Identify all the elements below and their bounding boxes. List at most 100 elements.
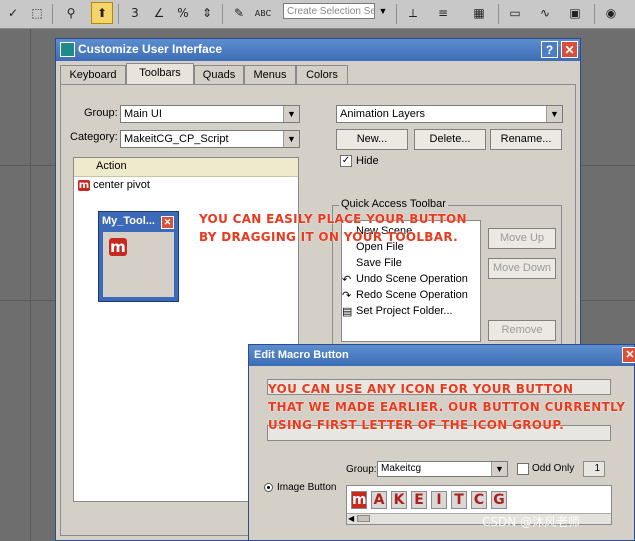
floating-toolbar[interactable]: My_Tool... ✕ m xyxy=(98,211,179,302)
angle-snap-icon[interactable]: ∠ xyxy=(148,2,170,24)
main-toolbar: ✓ ⬚ ⚲ ⬆ 3 ∠ % ⇕ ✎ ABC Create Selection S… xyxy=(0,0,635,29)
upload-icon[interactable]: ⬆ xyxy=(91,2,113,24)
hierarchy-icon[interactable]: ⬚ xyxy=(26,2,48,24)
abc-icon[interactable]: ABC xyxy=(252,2,274,24)
odd-count-field[interactable]: 1 xyxy=(583,461,605,477)
floating-toolbar-title: My_Tool... xyxy=(102,215,155,227)
m-logo-button[interactable]: m xyxy=(109,238,127,256)
close-icon[interactable]: ✕ xyxy=(161,216,174,229)
tab-colors[interactable]: Colors xyxy=(296,65,348,84)
list-item-label: Save File xyxy=(356,257,402,269)
icon-tile[interactable]: I xyxy=(431,491,447,509)
select-icon[interactable]: ✓ xyxy=(2,2,24,24)
folder-icon: ▤ xyxy=(342,306,353,318)
move-up-button[interactable]: Move Up xyxy=(488,228,556,249)
chevron-down-icon[interactable]: ▼ xyxy=(376,3,390,19)
new-toolbar-button[interactable]: New... xyxy=(336,129,408,150)
tab-quads[interactable]: Quads xyxy=(194,65,244,84)
percent-snap-icon[interactable]: % xyxy=(172,2,194,24)
dialog-title: Customize User Interface xyxy=(78,42,223,56)
redo-icon: ↷ xyxy=(342,290,352,302)
chevron-down-icon[interactable]: ▼ xyxy=(283,106,299,122)
dialog-titlebar[interactable]: Customize User Interface ? ✕ xyxy=(56,39,580,61)
action-header-label: Action xyxy=(96,160,127,172)
icon-tile[interactable]: C xyxy=(471,491,487,509)
odd-only-checkbox[interactable] xyxy=(517,463,529,475)
category-select[interactable]: MakeitCG_CP_Script ▼ xyxy=(120,130,300,148)
toolbar-divider xyxy=(594,4,595,24)
selection-set-input[interactable]: Create Selection Se xyxy=(283,3,375,19)
chevron-left-icon[interactable]: ◀ xyxy=(348,514,354,523)
help-button[interactable]: ? xyxy=(541,41,558,58)
list-item[interactable]: ▤ Set Project Folder... xyxy=(342,305,453,318)
edit-named-selection-icon[interactable]: ✎ xyxy=(228,2,250,24)
icon-tile[interactable]: A xyxy=(371,491,387,509)
mirror-icon[interactable]: ⟂ xyxy=(402,2,424,24)
app-logo-icon xyxy=(60,42,75,57)
curve-editor-icon[interactable]: ▭ xyxy=(504,2,526,24)
tab-keyboard[interactable]: Keyboard xyxy=(60,65,126,84)
category-select-value: MakeitCG_CP_Script xyxy=(124,133,229,145)
dialog-titlebar[interactable]: Edit Macro Button ✕ xyxy=(249,345,635,366)
layer-icon[interactable]: ▦ xyxy=(468,2,490,24)
group-label: Group: xyxy=(84,107,118,119)
hide-checkbox[interactable]: ✓ xyxy=(340,155,352,167)
edit-macro-button-dialog: Edit Macro Button ✕ Image Button Group: … xyxy=(248,344,635,541)
annotation-drag-tip: YOU CAN EASILY PLACE YOUR BUTTON BY DRAG… xyxy=(199,212,467,244)
move-down-button[interactable]: Move Down xyxy=(488,258,556,279)
action-column-header[interactable]: Action xyxy=(74,158,298,177)
icon-tile[interactable]: K xyxy=(391,491,407,509)
list-item-label: center pivot xyxy=(93,179,150,191)
toolbar-divider xyxy=(498,4,499,24)
viewport-grid-line xyxy=(30,0,31,541)
icon-tile[interactable]: G xyxy=(491,491,507,509)
icon-tile[interactable]: E xyxy=(411,491,427,509)
align-icon[interactable]: ≡ xyxy=(432,2,454,24)
list-item[interactable]: Save File xyxy=(356,257,402,269)
icon-tile[interactable]: T xyxy=(451,491,467,509)
list-item-label: Set Project Folder... xyxy=(356,305,453,317)
group-select[interactable]: Main UI ▼ xyxy=(120,105,300,123)
group-select-value: Main UI xyxy=(124,108,162,120)
snap-3-icon[interactable]: 3 xyxy=(124,2,146,24)
m-logo-icon: m xyxy=(78,179,90,191)
chevron-down-icon[interactable]: ▼ xyxy=(491,462,507,476)
watermark: CSDN @沐风老师 xyxy=(482,515,581,529)
odd-only-label: Odd Only xyxy=(532,463,575,474)
chevron-down-icon[interactable]: ▼ xyxy=(546,106,562,122)
image-button-radio[interactable] xyxy=(264,483,273,492)
remove-button[interactable]: Remove xyxy=(488,320,556,341)
undo-icon: ↶ xyxy=(342,274,352,286)
list-item-label: Undo Scene Operation xyxy=(356,273,468,285)
schematic-icon[interactable]: ∿ xyxy=(534,2,556,24)
icon-tile[interactable]: m xyxy=(351,491,367,509)
list-item[interactable]: m center pivot xyxy=(78,179,150,191)
abc-label: ABC xyxy=(254,8,272,18)
delete-toolbar-button[interactable]: Delete... xyxy=(414,129,486,150)
rename-toolbar-button[interactable]: Rename... xyxy=(490,129,562,150)
image-button-label: Image Button xyxy=(277,482,337,493)
render-icon[interactable]: ◉ xyxy=(600,2,622,24)
toolbar-divider xyxy=(52,4,53,24)
tab-menus[interactable]: Menus xyxy=(244,65,296,84)
close-button[interactable]: ✕ xyxy=(561,41,578,58)
scrollbar-thumb[interactable] xyxy=(357,515,370,522)
toolbar-divider xyxy=(222,4,223,24)
list-item[interactable]: ↶ Undo Scene Operation xyxy=(342,273,468,286)
toolbar-divider xyxy=(396,4,397,24)
material-editor-icon[interactable]: ▣ xyxy=(564,2,586,24)
toolbar-divider xyxy=(118,4,119,24)
link-icon[interactable]: ⚲ xyxy=(60,2,82,24)
annotation-icon-tip: YOU CAN USE ANY ICON FOR YOUR BUTTON THA… xyxy=(268,382,626,432)
icon-group-select[interactable]: Makeitcg ▼ xyxy=(377,461,508,477)
close-button[interactable]: ✕ xyxy=(622,347,635,363)
chevron-down-icon[interactable]: ▼ xyxy=(283,131,299,147)
spinner-snap-icon[interactable]: ⇕ xyxy=(196,2,218,24)
list-item[interactable]: ↷ Redo Scene Operation xyxy=(342,289,468,302)
toolbar-select[interactable]: Animation Layers ▼ xyxy=(336,105,563,123)
group-label: Group: xyxy=(346,464,377,475)
floating-toolbar-body: m xyxy=(103,232,174,297)
list-item-label: Redo Scene Operation xyxy=(356,289,468,301)
icon-group-value: Makeitcg xyxy=(381,463,422,474)
tab-toolbars[interactable]: Toolbars xyxy=(126,63,194,85)
